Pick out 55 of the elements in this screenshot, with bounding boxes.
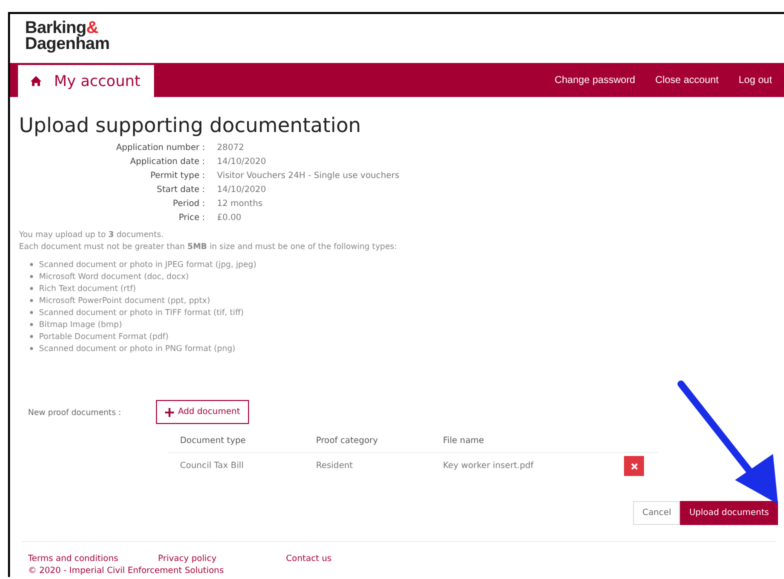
detail-value: £0.00 bbox=[217, 213, 242, 223]
table-cell-text: Council Tax Bill bbox=[179, 461, 245, 471]
file-type-item: Rich Text document (rtf) bbox=[39, 284, 136, 292]
table-cell-text: Key worker insert.pdf bbox=[443, 461, 535, 471]
council-logo: Barking& Dagenham bbox=[25, 20, 111, 52]
delete-button[interactable] bbox=[624, 456, 644, 476]
plus-icon bbox=[165, 408, 174, 416]
file-type-item: Scanned document or photo in JPEG format (jpg, jpeg) bbox=[39, 260, 256, 268]
column-header: Proof category bbox=[316, 436, 379, 446]
bullet-icon bbox=[30, 286, 33, 290]
footer-link[interactable]: Terms and conditions bbox=[28, 554, 158, 564]
bullet-icon bbox=[30, 334, 33, 338]
arrow-icon bbox=[678, 380, 778, 504]
column-header: File name bbox=[443, 436, 486, 446]
home-icon bbox=[30, 74, 42, 86]
bullet-icon bbox=[30, 274, 33, 278]
nav-link[interactable]: Change password bbox=[554, 74, 636, 86]
column-header: Document type bbox=[179, 436, 247, 446]
proof-label: New proof documents : bbox=[28, 408, 122, 416]
detail-label: Price : bbox=[178, 213, 205, 223]
cancel-button[interactable]: Cancel bbox=[633, 501, 680, 525]
detail-value: 14/10/2020 bbox=[217, 157, 267, 167]
detail-label: Period : bbox=[172, 199, 205, 209]
detail-value: 28072 bbox=[217, 143, 246, 153]
detail-label: Start date : bbox=[156, 185, 205, 195]
footer-link[interactable]: Contact us bbox=[286, 554, 332, 564]
page-title: Upload supporting documentation bbox=[19, 113, 362, 137]
table-cell-text: Resident bbox=[316, 461, 354, 471]
bullet-icon bbox=[30, 310, 33, 314]
bullet-icon bbox=[30, 346, 33, 350]
nav-link[interactable]: Close account bbox=[655, 74, 719, 86]
file-type-item: Microsoft PowerPoint document (ppt, pptx) bbox=[39, 296, 210, 304]
detail-value: 14/10/2020 bbox=[217, 185, 267, 195]
file-type-item: Scanned document or photo in TIFF format (tif, tiff) bbox=[39, 308, 244, 316]
bullet-icon bbox=[30, 298, 33, 302]
copyright-text: © 2020 - Imperial Civil Enforcement Solutions bbox=[28, 566, 225, 576]
close-icon bbox=[630, 462, 638, 470]
my-account-tab[interactable]: My account bbox=[18, 64, 154, 96]
file-type-item: Portable Document Format (pdf) bbox=[39, 332, 168, 340]
detail-value: Visitor Vouchers 24H - Single use vouchers bbox=[217, 171, 400, 181]
detail-label: Application date : bbox=[129, 157, 205, 167]
info-text: Each document must not be greater than 5MB in size and must be one of the following types: bbox=[19, 241, 398, 253]
bullet-icon bbox=[30, 322, 33, 326]
footer-link[interactable]: Privacy policy bbox=[158, 554, 286, 564]
detail-label: Application number : bbox=[115, 143, 205, 153]
info-text: You may upload up to 3 documents. bbox=[19, 229, 165, 241]
file-type-item: Bitmap Image (bmp) bbox=[39, 320, 122, 328]
add-document-button[interactable]: Add document bbox=[156, 400, 250, 424]
detail-label: Permit type : bbox=[149, 171, 205, 181]
bullet-icon bbox=[30, 262, 33, 266]
detail-value: 12 months bbox=[217, 199, 264, 209]
upload-documents-button[interactable]: Upload documents bbox=[680, 501, 778, 525]
file-type-item: Microsoft Word document (doc, docx) bbox=[39, 272, 189, 280]
nav-link[interactable]: Log out bbox=[738, 74, 772, 86]
file-type-item: Scanned document or photo in PNG format (png) bbox=[39, 344, 236, 352]
